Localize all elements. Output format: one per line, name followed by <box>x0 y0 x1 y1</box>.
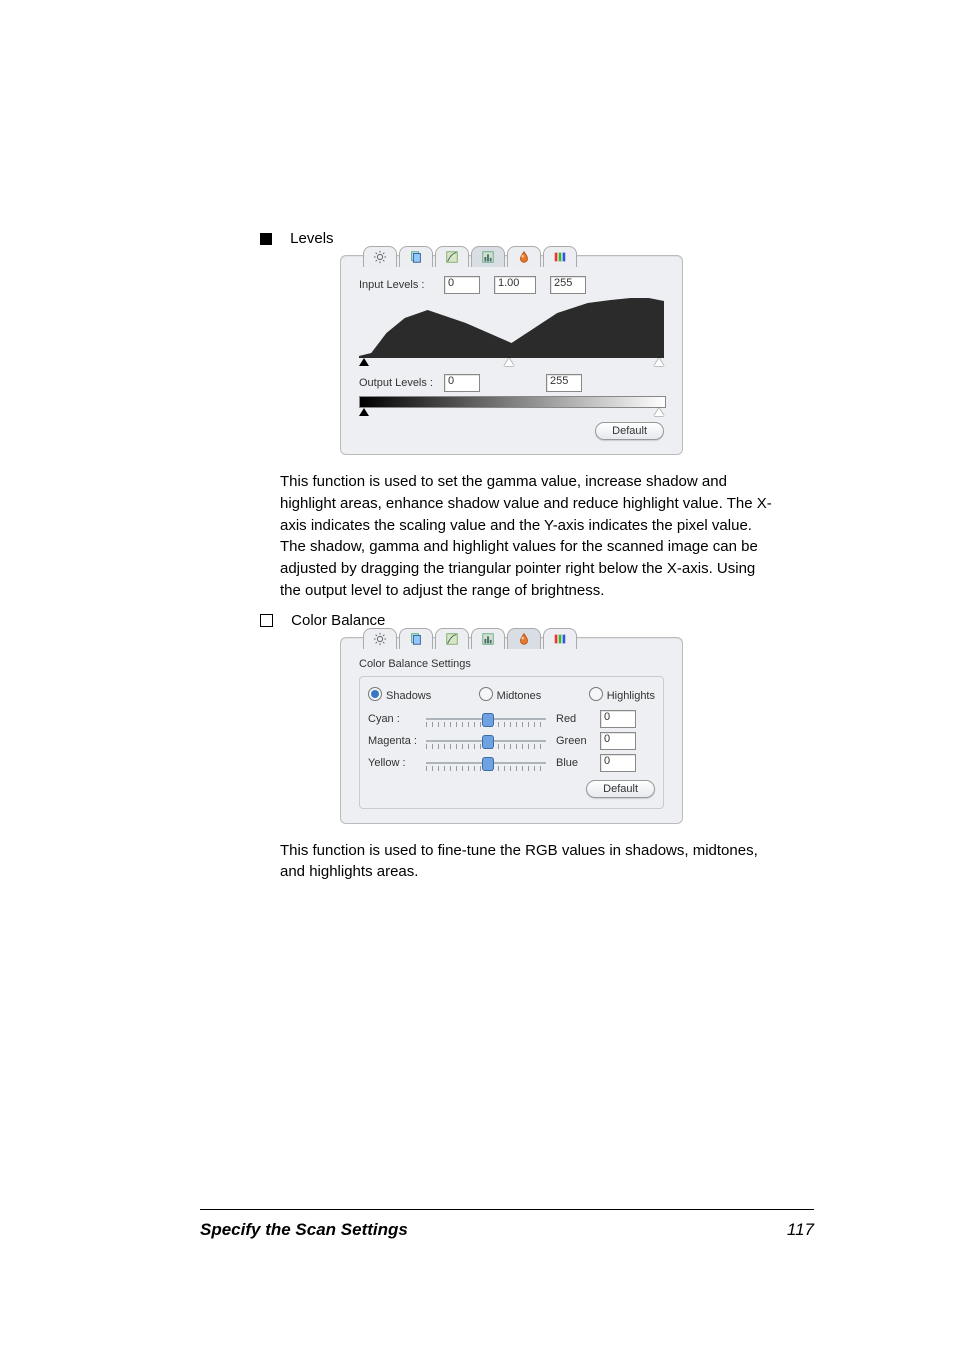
cb-slider-cyan[interactable] <box>426 710 546 728</box>
cb-right-label: Blue <box>556 757 600 769</box>
tab-hsl[interactable] <box>543 628 577 649</box>
cb-description: This function is used to fine-tune the R… <box>280 840 780 884</box>
cb-value-cyan[interactable]: 0 <box>600 710 636 728</box>
histogram-shape-icon <box>359 298 664 358</box>
cb-heading: Color Balance Settings <box>359 658 664 670</box>
footer-page-number: 117 <box>787 1220 814 1240</box>
cb-value-yellow[interactable]: 0 <box>600 754 636 772</box>
output-hi-field[interactable]: 255 <box>546 374 582 392</box>
tab-histogram[interactable] <box>471 246 505 267</box>
cb-slider-yellow[interactable] <box>426 754 546 772</box>
cb-row-cyan: Cyan : Red 0 <box>368 710 655 728</box>
brightness-icon <box>373 250 387 264</box>
histogram-icon <box>481 632 495 646</box>
levels-description: This function is used to set the gamma v… <box>280 471 780 602</box>
radio-highlights[interactable]: Highlights <box>589 687 655 702</box>
page-hue-icon <box>409 250 423 264</box>
slider-knob-icon[interactable] <box>482 713 494 727</box>
radio-off-icon <box>589 687 603 701</box>
cb-left-label: Yellow : <box>368 757 426 769</box>
cb-value-magenta[interactable]: 0 <box>600 732 636 750</box>
brightness-icon <box>373 632 387 646</box>
input-levels-label: Input Levels : <box>359 279 444 291</box>
histogram-display <box>359 298 664 358</box>
footer-rule <box>200 1209 814 1210</box>
cb-right-label: Red <box>556 713 600 725</box>
panel-tabs-cb <box>349 628 674 650</box>
cb-default-button[interactable]: Default <box>586 780 655 798</box>
output-lo-field[interactable]: 0 <box>444 374 480 392</box>
tab-hue[interactable] <box>399 246 433 267</box>
tab-histogram[interactable] <box>471 628 505 649</box>
tab-color-drop[interactable] <box>507 246 541 267</box>
levels-panel: Input Levels : 0 1.00 255 Output Levels … <box>340 255 683 455</box>
cb-left-label: Cyan : <box>368 713 426 725</box>
levels-default-button[interactable]: Default <box>595 422 664 440</box>
footer-title: Specify the Scan Settings <box>200 1220 408 1240</box>
tab-curve[interactable] <box>435 628 469 649</box>
curve-icon <box>445 632 459 646</box>
radio-shadows[interactable]: Shadows <box>368 687 431 702</box>
bullet-color-balance-label: Color Balance <box>291 612 385 629</box>
tab-curve[interactable] <box>435 246 469 267</box>
tab-brightness[interactable] <box>363 628 397 649</box>
shadow-handle-icon[interactable] <box>359 358 369 366</box>
color-drop-icon <box>517 250 531 264</box>
bullet-square-icon <box>260 233 272 245</box>
color-drop-icon <box>517 632 531 646</box>
output-gradient <box>359 396 666 408</box>
tab-hsl[interactable] <box>543 246 577 267</box>
curve-icon <box>445 250 459 264</box>
input-hi-field[interactable]: 255 <box>550 276 586 294</box>
output-levels-label: Output Levels : <box>359 377 444 389</box>
radio-on-icon <box>368 687 382 701</box>
histogram-icon <box>481 250 495 264</box>
panel-tabs <box>349 246 674 268</box>
input-lo-field[interactable]: 0 <box>444 276 480 294</box>
output-hi-handle-icon[interactable] <box>654 408 664 416</box>
tab-color-drop[interactable] <box>507 628 541 649</box>
tab-brightness[interactable] <box>363 246 397 267</box>
input-slider-handles[interactable] <box>359 358 664 366</box>
cb-row-magenta: Magenta : Green 0 <box>368 732 655 750</box>
color-balance-panel: Color Balance Settings Shadows Midtones … <box>340 637 683 824</box>
bullet-levels: Levels <box>260 230 814 247</box>
slider-knob-icon[interactable] <box>482 757 494 771</box>
page-footer: Specify the Scan Settings 117 <box>200 1220 814 1240</box>
tab-hue[interactable] <box>399 628 433 649</box>
radio-off-icon <box>479 687 493 701</box>
gamma-handle-icon[interactable] <box>504 358 514 366</box>
cb-right-label: Green <box>556 735 600 747</box>
slider-knob-icon[interactable] <box>482 735 494 749</box>
highlight-handle-icon[interactable] <box>654 358 664 366</box>
output-lo-handle-icon[interactable] <box>359 408 369 416</box>
bullet-color-balance: Color Balance <box>260 612 814 629</box>
cb-left-label: Magenta : <box>368 735 426 747</box>
bullet-levels-label: Levels <box>290 230 333 247</box>
cb-row-yellow: Yellow : Blue 0 <box>368 754 655 772</box>
output-slider-handles[interactable] <box>359 408 664 416</box>
page-hue-icon <box>409 632 423 646</box>
hsl-icon <box>553 632 567 646</box>
bullet-outline-square-icon <box>260 614 273 627</box>
input-gamma-field[interactable]: 1.00 <box>494 276 536 294</box>
hsl-icon <box>553 250 567 264</box>
cb-slider-magenta[interactable] <box>426 732 546 750</box>
radio-midtones[interactable]: Midtones <box>479 687 542 702</box>
